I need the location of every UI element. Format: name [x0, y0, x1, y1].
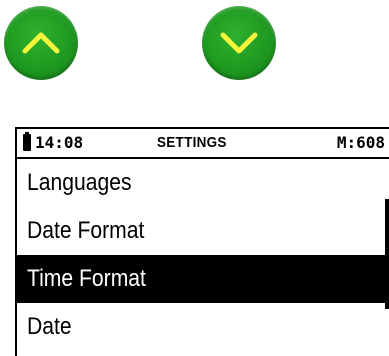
menu-item-label: Date — [27, 313, 72, 340]
memory-readout: M:608 — [336, 133, 385, 152]
scrollbar[interactable] — [385, 199, 389, 309]
menu-item-label: Date Format — [27, 217, 145, 244]
status-bar: 14:08 SETTINGS M:608 — [17, 129, 389, 159]
status-time: 14:08 — [35, 133, 84, 152]
menu-item-date[interactable]: Date — [17, 303, 387, 351]
device-screen: 14:08 SETTINGS M:608 Languages Date Form… — [15, 127, 389, 356]
menu-item-date-format[interactable]: Date Format — [17, 207, 387, 255]
menu-item-label: Time Format — [27, 265, 146, 292]
scroll-up-button[interactable] — [4, 6, 78, 80]
menu-item-time-format[interactable]: Time Format — [17, 255, 387, 303]
chevron-up-icon — [22, 32, 60, 54]
chevron-down-icon — [220, 32, 258, 54]
settings-menu: Languages Date Format Time Format Date — [17, 159, 387, 351]
menu-item-languages[interactable]: Languages — [17, 159, 387, 207]
scroll-down-button[interactable] — [202, 6, 276, 80]
menu-item-label: Languages — [27, 169, 132, 196]
screen-title: SETTINGS — [157, 134, 227, 151]
battery-icon — [23, 132, 31, 151]
